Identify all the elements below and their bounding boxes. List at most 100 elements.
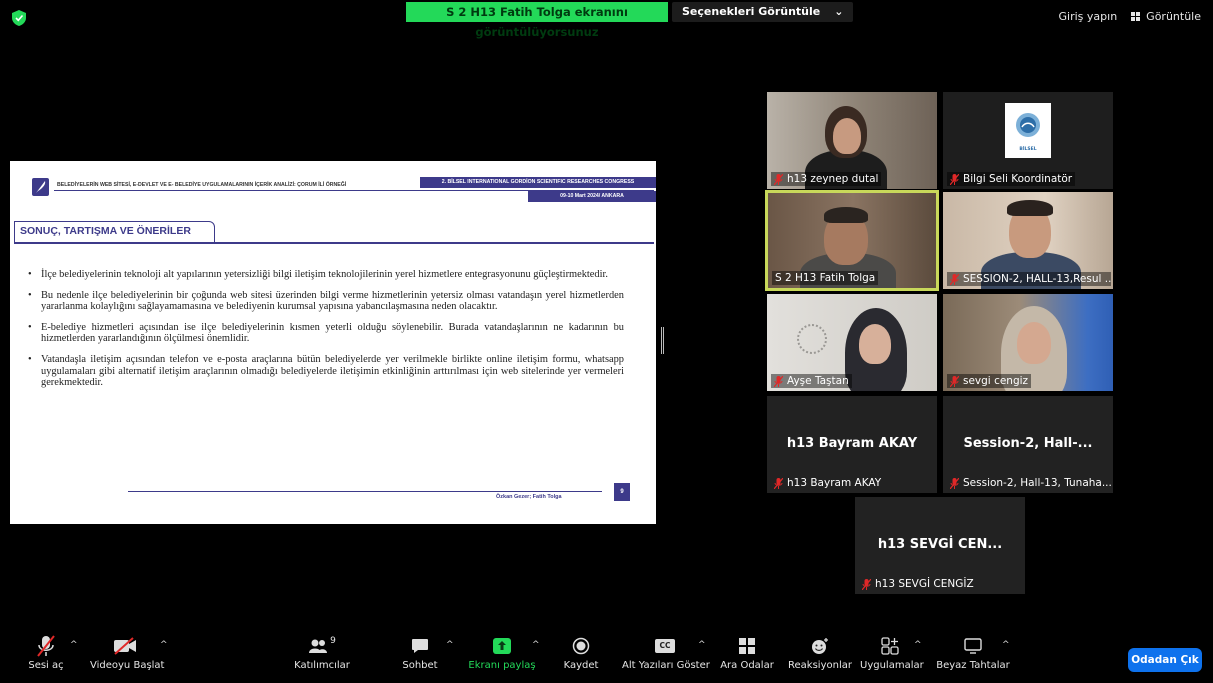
participants-count: 9 — [330, 636, 336, 646]
shared-screen-slide: BELEDİYELERİN WEB SİTESİ, E-DEVLET VE E-… — [10, 161, 656, 524]
apps-options-caret-icon[interactable]: ^ — [914, 640, 922, 650]
video-person-face — [859, 324, 891, 364]
screen-share-banner: S 2 H13 Fatih Tolga ekranını görüntülüyo… — [406, 2, 668, 39]
chat-button[interactable]: Sohbet — [398, 632, 442, 671]
congress-date: 09-10 Mart 2024/ ANKARA — [528, 191, 656, 202]
participant-name-tag: h13 zeynep dutal — [771, 172, 882, 186]
bilsel-logo-text: BİLSEL — [1019, 147, 1037, 152]
section-rule — [14, 242, 654, 244]
participant-name-tag: Ayşe Taştan — [771, 374, 852, 388]
participant-name: S 2 H13 Fatih Tolga — [775, 272, 876, 284]
view-button[interactable]: Görüntüle — [1131, 10, 1201, 23]
whiteboards-options-caret-icon[interactable]: ^ — [1002, 640, 1010, 650]
slide-bullet-list: İlçe belediyelerinin teknoloji alt yapıl… — [28, 269, 624, 398]
captions-label: Alt Yazıları Göster — [622, 660, 710, 671]
slide-authors: Özkan Gezer; Fatih Tolga — [496, 494, 562, 500]
participant-display-name: h13 Bayram AKAY — [786, 436, 918, 451]
participant-tile[interactable]: Session-2, Hall-... Session-2, Hall-13, … — [943, 396, 1113, 493]
whiteboards-button[interactable]: Beyaz Tahtalar — [936, 632, 1010, 671]
reactions-button[interactable]: Reaksiyonlar — [788, 632, 852, 671]
participant-tile[interactable]: h13 SEVGİ CEN... h13 SEVGİ CENGİZ — [855, 497, 1025, 594]
unmute-label: Sesi aç — [28, 660, 64, 671]
participant-name-tag: sevgi cengiz — [947, 374, 1032, 388]
participants-icon — [309, 639, 328, 653]
mic-muted-icon — [950, 375, 959, 387]
unmute-button[interactable]: Sesi aç — [26, 632, 66, 671]
view-grid-icon — [1131, 12, 1141, 21]
audio-options-caret-icon[interactable]: ^ — [70, 640, 78, 650]
leave-meeting-button[interactable]: Odadan Çık — [1128, 648, 1202, 672]
record-label: Kaydet — [563, 660, 599, 671]
participant-tile[interactable]: h13 zeynep dutal — [767, 92, 937, 189]
apps-label: Uygulamalar — [860, 660, 924, 671]
participant-tile[interactable]: Ayşe Taştan — [767, 294, 937, 391]
active-speaker-tile[interactable]: S 2 H13 Fatih Tolga — [765, 190, 939, 291]
video-person-face — [1017, 322, 1051, 364]
apps-button[interactable]: Uygulamalar — [860, 632, 924, 671]
share-screen-label: Ekranı paylaş — [468, 660, 536, 671]
slide-footer-rule — [128, 491, 602, 492]
participant-display-name: Session-2, Hall-... — [963, 436, 1093, 451]
split-resize-handle[interactable] — [661, 327, 664, 354]
participant-name-tag: h13 SEVGİ CENGİZ — [859, 577, 977, 591]
record-icon — [572, 637, 590, 655]
slide-bullet: Bu nedenle ilçe belediyelerinin bir çoğu… — [28, 290, 624, 313]
chevron-down-icon: ⌄ — [834, 5, 844, 18]
video-person-hair — [1007, 200, 1053, 216]
record-button[interactable]: Kaydet — [560, 632, 602, 671]
whiteboard-icon — [964, 638, 982, 654]
slide-bullet: İlçe belediyelerinin teknoloji alt yapıl… — [28, 269, 624, 281]
congress-banner: 2. BİLSEL INTERNATIONAL GORDİON SCIENTIF… — [420, 177, 656, 188]
share-options-caret-icon[interactable]: ^ — [532, 640, 540, 650]
participant-name: h13 SEVGİ CENGİZ — [875, 578, 974, 590]
start-video-button[interactable]: Videoyu Başlat — [90, 632, 165, 671]
sign-in-link[interactable]: Giriş yapın — [1059, 10, 1118, 23]
participant-name: SESSION-2, HALL-13,Resul ... — [963, 273, 1111, 285]
mic-muted-icon — [774, 173, 783, 185]
participant-tile[interactable]: sevgi cengiz — [943, 294, 1113, 391]
share-screen-button[interactable]: Ekranı paylaş — [468, 632, 536, 671]
participant-tile[interactable]: BİLSEL Bilgi Seli Koordinatör — [943, 92, 1113, 189]
mic-muted-icon — [774, 477, 783, 489]
slide-bullet: Vatandaşla iletişim açısından telefon ve… — [28, 354, 624, 389]
security-shield-icon[interactable] — [12, 10, 26, 26]
participant-name: Ayşe Taştan — [787, 375, 849, 387]
mic-muted-icon — [950, 173, 959, 185]
view-options-label: Seçenekleri Görüntüle — [682, 5, 821, 18]
participants-button[interactable]: 9 Katılımcılar — [290, 632, 354, 671]
slide-document-title: BELEDİYELERİN WEB SİTESİ, E-DEVLET VE E-… — [57, 182, 347, 188]
mic-muted-icon — [950, 273, 959, 285]
whiteboards-label: Beyaz Tahtalar — [936, 660, 1010, 671]
video-options-caret-icon[interactable]: ^ — [160, 640, 168, 650]
participant-name-tag: Bilgi Seli Koordinatör — [947, 172, 1076, 186]
participant-tile[interactable]: h13 Bayram AKAY h13 Bayram AKAY — [767, 396, 937, 493]
mic-off-icon — [37, 635, 55, 657]
chat-icon — [412, 639, 428, 653]
breakout-rooms-button[interactable]: Ara Odalar — [720, 632, 774, 671]
slide-section-title: SONUÇ, TARTIŞMA VE ÖNERİLER — [14, 221, 215, 243]
bilsel-globe-icon — [1016, 113, 1040, 137]
slide-bullet: E-belediye hizmetleri açısından ise ilçe… — [28, 322, 624, 345]
breakout-rooms-icon — [739, 638, 755, 654]
participant-name-tag: S 2 H13 Fatih Tolga — [772, 271, 879, 285]
participant-name: Session-2, Hall-13, Tunaha... — [963, 477, 1111, 489]
participant-name-tag: SESSION-2, HALL-13,Resul ... — [947, 272, 1111, 286]
chat-label: Sohbet — [402, 660, 438, 671]
captions-button[interactable]: CC Alt Yazıları Göster — [622, 632, 710, 671]
reactions-smiley-icon — [812, 638, 828, 654]
participant-display-name: h13 SEVGİ CEN... — [877, 537, 1003, 552]
participant-name-tag: Session-2, Hall-13, Tunaha... — [947, 476, 1111, 490]
participant-name: sevgi cengiz — [963, 375, 1029, 387]
participant-name: Bilgi Seli Koordinatör — [963, 173, 1073, 185]
mic-muted-icon — [774, 375, 783, 387]
wall-decoration — [797, 324, 827, 354]
view-options-dropdown[interactable]: Seçenekleri Görüntüle ⌄ — [672, 2, 854, 22]
captions-options-caret-icon[interactable]: ^ — [698, 640, 706, 650]
mic-muted-icon — [950, 477, 959, 489]
start-video-label: Videoyu Başlat — [90, 660, 165, 671]
video-person-face — [833, 118, 861, 154]
video-person-hair — [824, 207, 868, 223]
participant-tile[interactable]: SESSION-2, HALL-13,Resul ... — [943, 192, 1113, 289]
breakout-rooms-label: Ara Odalar — [720, 660, 774, 671]
chat-options-caret-icon[interactable]: ^ — [446, 640, 454, 650]
